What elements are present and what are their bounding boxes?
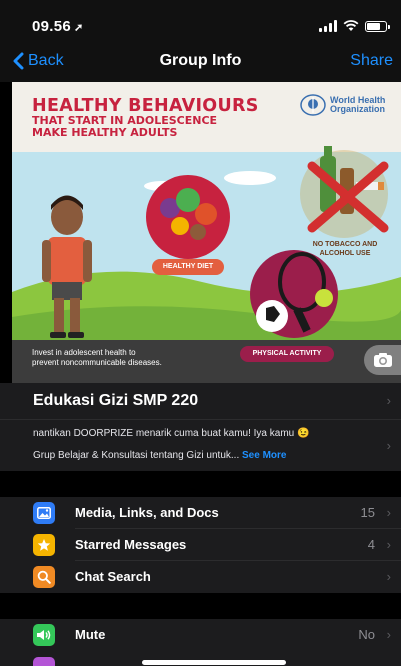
group-description-row[interactable]: nantikan DOORPRIZE menarik cuma buat kam… [0,419,401,471]
camera-icon [374,353,392,367]
media-count: 15 [360,505,375,520]
wifi-icon [343,20,359,31]
chevron-right-icon: › [386,627,391,642]
star-icon [33,534,55,556]
status-time: 09.56 [32,18,72,35]
change-photo-button[interactable] [364,345,401,375]
chat-search-row[interactable]: Chat Search › [0,561,401,593]
who-logo: World Health Organization [300,94,385,116]
media-links-docs-row[interactable]: Media, Links, and Docs 15 › [0,497,401,529]
banner-title: HEALTHY BEHAVIOURS [32,96,259,116]
group-photo[interactable]: HEALTHY BEHAVIOURS THAT START IN ADOLESC… [12,82,401,383]
banner-subtitle: THAT START IN ADOLESCENCE MAKE HEALTHY A… [32,114,218,139]
mute-label: Mute [75,627,106,642]
search-icon [33,566,55,588]
starred-count: 4 [367,537,375,552]
who-emblem-icon [300,94,326,116]
speaker-icon [33,624,55,646]
chevron-right-icon: › [386,537,391,552]
navigation-bar: Back Group Info Share [0,40,401,82]
home-indicator[interactable] [142,660,286,665]
mute-value: No [358,627,375,642]
starred-messages-row[interactable]: Starred Messages 4 › [0,529,401,561]
menu-label: Media, Links, and Docs [75,505,219,520]
group-description-line-2: Grup Belajar & Konsultasi tentang Gizi u… [33,450,240,461]
see-more-link[interactable]: See More [242,450,286,461]
group-name-row[interactable]: Edukasi Gizi SMP 220 › [0,383,401,419]
chevron-right-icon: › [386,569,391,584]
banner-footnote: Invest in adolescent health to prevent n… [32,348,162,367]
custom-tone-icon [33,657,55,666]
label-physical-activity: PHYSICAL ACTIVITY [240,346,334,362]
menu-label: Starred Messages [75,537,187,552]
group-description-line-1: nantikan DOORPRIZE menarik cuma buat kam… [33,428,310,439]
share-button[interactable]: Share [350,52,393,70]
label-healthy-diet: HEALTHY DIET [152,259,224,275]
cellular-signal-icon [319,20,337,32]
location-arrow-icon: ➚ [74,22,84,34]
menu-label: Chat Search [75,569,151,584]
page-title: Group Info [159,52,242,69]
group-name: Edukasi Gizi SMP 220 [33,392,199,409]
chevron-right-icon: › [386,438,391,453]
photo-icon [33,502,55,524]
battery-icon [365,21,390,32]
chevron-right-icon: › [386,505,391,520]
label-no-tobacco: NO TOBACCO AND ALCOHOL USE [312,241,378,257]
status-bar: 09.56 ➚ [0,0,401,40]
chevron-right-icon: › [386,393,391,408]
mute-row[interactable]: Mute No › [0,619,401,651]
